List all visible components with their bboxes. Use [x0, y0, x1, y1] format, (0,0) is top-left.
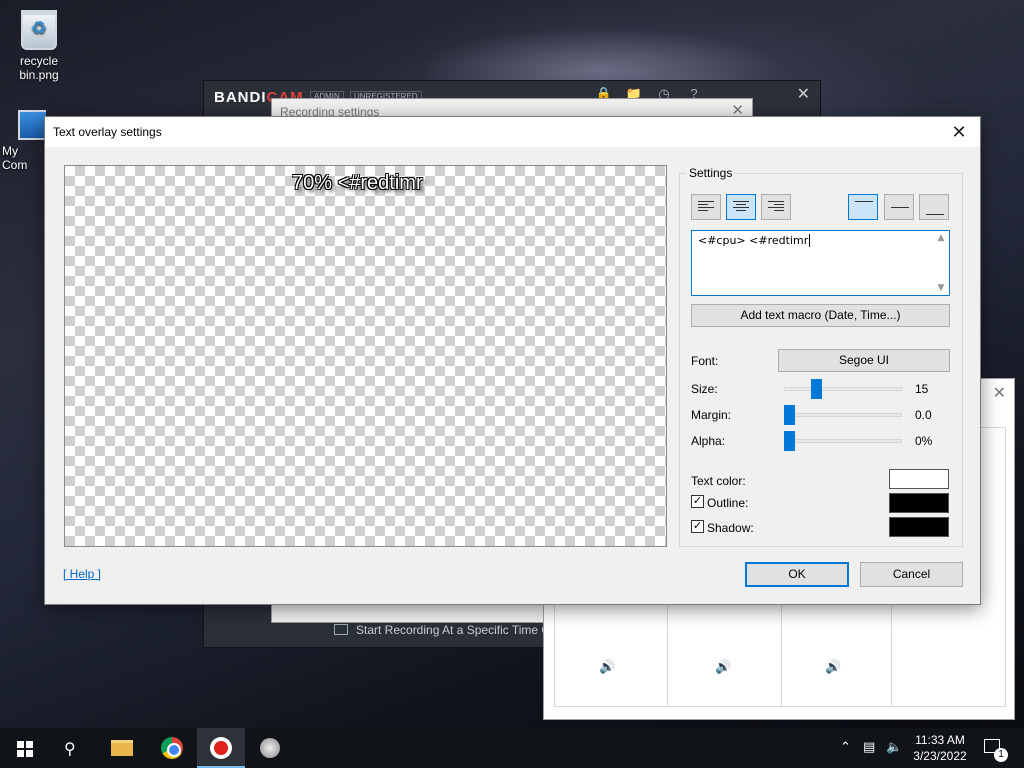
cancel-button[interactable]: Cancel [860, 562, 963, 587]
size-slider-track[interactable] [784, 387, 902, 391]
margin-label: Margin: [691, 408, 732, 422]
margin-value: 0.0 [915, 408, 932, 422]
scroll-down-icon[interactable]: ▼ [935, 283, 947, 293]
alpha-value: 0% [915, 434, 933, 448]
speaker-icon[interactable]: 🔊 [599, 659, 615, 675]
align-left-icon [698, 201, 714, 213]
font-select-button[interactable]: Segoe UI [778, 349, 950, 372]
notification-count-badge: 1 [994, 748, 1008, 762]
windows-logo-icon [17, 741, 33, 757]
shadow-color-swatch[interactable] [889, 517, 949, 537]
search-icon: ⚲ [64, 741, 76, 758]
settings-group: Settings <#cpu> <#redtimr ▲ ▼ Add text m… [679, 166, 963, 547]
volume-icon[interactable]: 🔈 [886, 739, 902, 755]
outline-label: Outline: [707, 496, 749, 510]
valign-middle-button[interactable] [884, 194, 914, 220]
bandicam-close-icon[interactable]: ✕ [797, 84, 810, 104]
align-right-icon [768, 201, 784, 213]
font-label: Font: [691, 354, 719, 368]
desktop-icon-label: recycle bin.png [19, 54, 59, 82]
valign-bottom-icon [926, 214, 944, 215]
alpha-slider-thumb[interactable] [784, 431, 795, 451]
size-label: Size: [691, 382, 718, 396]
chrome-icon [161, 737, 183, 759]
clock-date: 3/23/2022 [913, 749, 967, 763]
audio-app-button[interactable] [246, 728, 294, 768]
panel-close-icon[interactable]: ✕ [993, 383, 1006, 403]
outline-color-swatch[interactable] [889, 493, 949, 513]
speaker-icon[interactable]: 🔊 [715, 659, 731, 675]
scroll-up-icon[interactable]: ▲ [935, 233, 947, 243]
shadow-label: Shadow: [707, 521, 754, 535]
valign-middle-icon [891, 207, 909, 208]
align-left-button[interactable] [691, 194, 721, 220]
file-explorer-button[interactable] [98, 728, 146, 768]
desktop-icon-recycle-bin[interactable]: recycle bin.png [4, 10, 74, 82]
overlay-text-input[interactable]: <#cpu> <#redtimr ▲ ▼ [691, 230, 950, 296]
taskbar-clock[interactable]: 11:33 AM 3/23/2022 [910, 732, 970, 764]
bandicam-taskbar-button[interactable] [197, 728, 245, 768]
folder-icon [111, 740, 133, 756]
overlay-text-value: <#cpu> <#redtimr [698, 234, 809, 247]
valign-top-button[interactable] [848, 194, 878, 220]
size-slider-thumb[interactable] [811, 379, 822, 399]
desktop-icon-my-computer[interactable]: My Com [0, 110, 46, 172]
preview-overlay-text: 70% <#redtimr [292, 172, 423, 194]
add-text-macro-button[interactable]: Add text macro (Date, Time...) [691, 304, 950, 327]
dialog-title: Text overlay settings [53, 125, 162, 139]
text-overlay-dialog: Text overlay settings ✕ 70% <#redtimr Se… [44, 116, 981, 605]
search-button[interactable]: ⚲ [48, 728, 96, 768]
network-icon[interactable]: ▤ [863, 739, 875, 755]
overlay-preview: 70% <#redtimr [64, 165, 667, 547]
help-link[interactable]: [ Help ] [63, 567, 101, 581]
valign-top-icon [855, 201, 873, 202]
clock-time: 11:33 AM [915, 733, 965, 747]
recycle-bin-icon [21, 10, 57, 50]
align-center-button[interactable] [726, 194, 756, 220]
text-input-scrollbar[interactable]: ▲ ▼ [935, 233, 947, 293]
computer-icon [18, 110, 46, 140]
valign-bottom-button[interactable] [919, 194, 949, 220]
start-button[interactable] [0, 728, 48, 768]
speaker-app-icon [260, 738, 280, 758]
alpha-slider-track[interactable] [784, 439, 902, 443]
align-right-button[interactable] [761, 194, 791, 220]
chrome-button[interactable] [148, 728, 196, 768]
desktop-icon-label: My Com [2, 144, 28, 172]
align-center-icon [733, 201, 749, 213]
ok-button[interactable]: OK [745, 562, 849, 587]
margin-slider-thumb[interactable] [784, 405, 795, 425]
outline-checkbox[interactable]: ✓ [691, 495, 704, 508]
speaker-icon[interactable]: 🔊 [825, 659, 841, 675]
alpha-label: Alpha: [691, 434, 726, 448]
calendar-icon [334, 624, 348, 635]
margin-slider-track[interactable] [784, 413, 902, 417]
dialog-titlebar: Text overlay settings ✕ [45, 117, 980, 147]
tray-chevron-icon[interactable]: ⌃ [840, 739, 851, 755]
text-color-swatch[interactable] [889, 469, 949, 489]
dialog-close-icon[interactable]: ✕ [946, 120, 972, 144]
shadow-checkbox[interactable]: ✓ [691, 520, 704, 533]
text-color-label: Text color: [691, 474, 746, 488]
record-icon [210, 737, 232, 759]
size-value: 15 [915, 382, 929, 396]
taskbar: ⚲ ⌃ ▤ 🔈 11:33 AM 3/23/2022 1 [0, 728, 1024, 768]
settings-legend: Settings [686, 166, 736, 180]
